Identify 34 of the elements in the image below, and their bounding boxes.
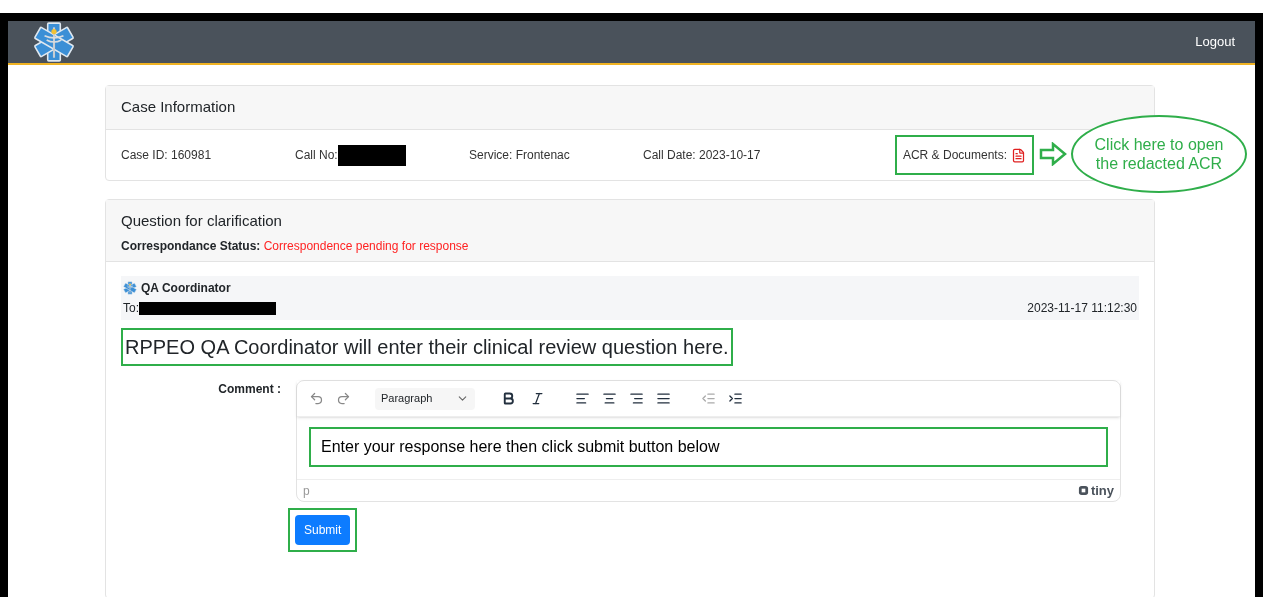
star-of-life-logo — [33, 21, 75, 63]
response-text-area[interactable]: Enter your response here then click submit button below — [309, 427, 1108, 467]
submit-button[interactable]: Submit — [295, 515, 351, 545]
sender-name: QA Coordinator — [141, 280, 231, 297]
brand-name: tiny — [1090, 481, 1114, 500]
bold-icon[interactable] — [501, 391, 516, 406]
case-field: Case ID: 160981 — [121, 146, 212, 164]
recipient-label: To: — [123, 300, 139, 317]
block-format-dropdown[interactable]: Paragraph — [375, 387, 475, 410]
callout-bubble: Click here to open the redacted ACR — [1071, 115, 1247, 193]
element-path: p — [303, 482, 310, 500]
pdf-file-icon[interactable] — [1011, 147, 1026, 163]
align-right-icon[interactable] — [629, 391, 644, 406]
align-left-icon[interactable] — [575, 391, 590, 406]
logout-link[interactable]: Logout — [1195, 32, 1235, 52]
case-field: Service: Frontenac — [469, 146, 570, 164]
card-title: Question for clarification — [121, 211, 283, 231]
message-date: 2023-11-17 11:12:30 — [1027, 300, 1137, 317]
documents-label: ACR & Documents: — [902, 147, 1007, 164]
question-text: RPPEO QA Coordinator will enter their clinical review question here. — [121, 328, 733, 366]
star-of-life-icon — [123, 281, 137, 295]
redo-icon[interactable] — [336, 391, 351, 406]
case-field: Call Date: 2023-10-17 — [643, 146, 761, 164]
correspondence-status: Correspondance Status: Correspondence pending for response — [121, 237, 470, 255]
undo-icon[interactable] — [309, 391, 324, 406]
right-arrow-icon — [1039, 142, 1067, 166]
brand-logo-icon — [1077, 485, 1089, 496]
align-justify-icon[interactable] — [656, 391, 671, 406]
card-title: Case Information — [121, 97, 236, 118]
case-field: Call No: — [295, 146, 338, 164]
italic-icon[interactable] — [530, 391, 545, 406]
comment-label: Comment : — [217, 381, 282, 398]
align-center-icon[interactable] — [602, 391, 617, 406]
indent-icon[interactable] — [728, 391, 743, 406]
